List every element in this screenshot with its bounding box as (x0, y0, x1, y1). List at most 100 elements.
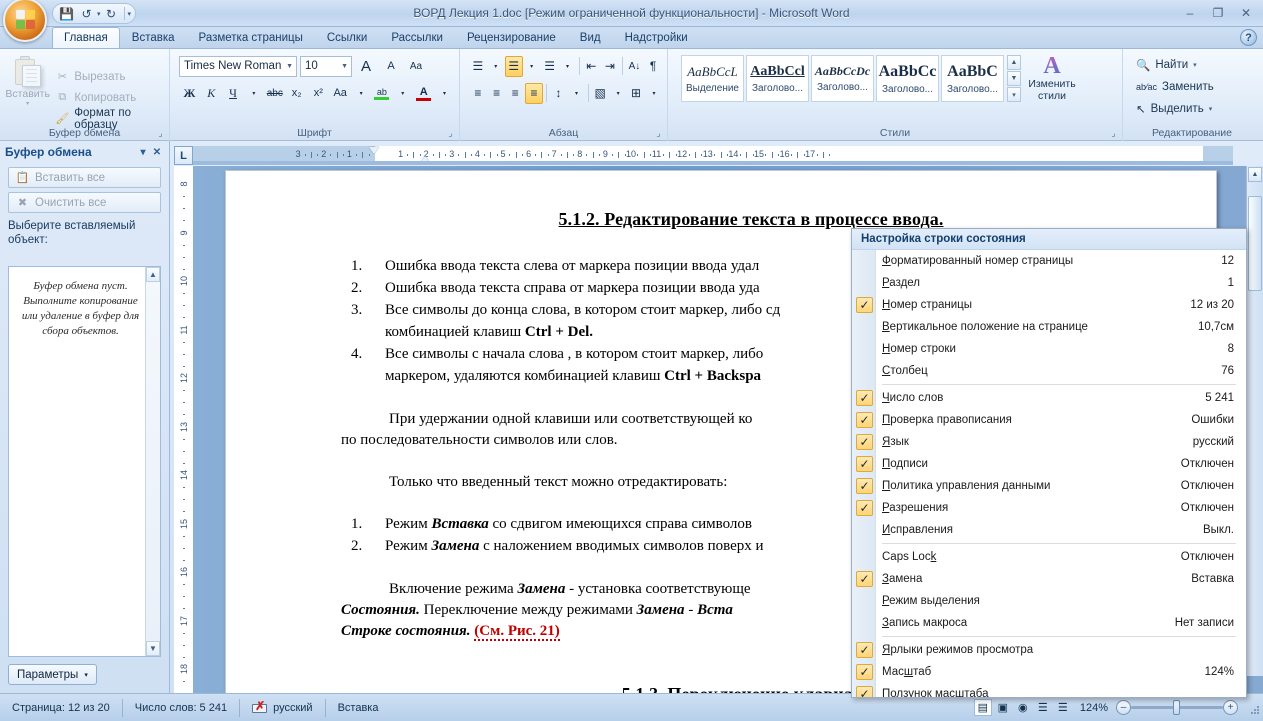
tab-review[interactable]: Рецензирование (455, 27, 568, 48)
vertical-ruler[interactable]: 8 9 10 11 12 13 14 15 16 17 18 (174, 166, 193, 693)
font-color-arrow-icon[interactable]: ▾ (435, 83, 454, 104)
zoom-level-label[interactable]: 124% (1072, 702, 1116, 714)
status-bar-menu-item[interactable]: Номер строки 8 (852, 338, 1246, 360)
status-bar-menu-item[interactable]: Исправления Выкл. (852, 519, 1246, 541)
status-language[interactable]: ✗ русский (240, 698, 326, 717)
subscript-button[interactable]: x₂ (286, 83, 307, 104)
status-bar-menu-item[interactable]: Вертикальное положение на странице 10,7см (852, 316, 1246, 338)
underline-arrow-icon[interactable]: ▾ (244, 83, 263, 104)
clipboard-list-scrollbar[interactable]: ▲ ▼ (145, 267, 160, 656)
text-highlight-button[interactable]: ab (372, 83, 393, 104)
bullets-arrow-icon[interactable]: ▾ (488, 56, 504, 77)
clear-formatting-button[interactable]: Aa (405, 56, 427, 77)
status-bar-menu-item[interactable]: Форматированный номер страницы 12 (852, 250, 1246, 272)
close-button[interactable]: ✕ (1233, 3, 1259, 22)
styles-more-icon[interactable]: ▾ (1007, 87, 1021, 102)
office-button[interactable] (3, 0, 47, 42)
change-case-button[interactable]: Aa (330, 83, 351, 104)
paste-all-button[interactable]: 📋 Вставить все (8, 167, 161, 188)
font-dialog-launcher-icon[interactable]: ⌟ (445, 128, 456, 139)
tab-view[interactable]: Вид (568, 27, 613, 48)
view-outline-button[interactable]: ☰ (1034, 699, 1052, 716)
horizontal-ruler[interactable]: 3 2 1 1 2 3 4 5 6 7 8 9 10 11 12 13 14 15 16 17 (193, 146, 1233, 165)
customize-qat-arrow-icon[interactable]: ▾ (128, 10, 132, 18)
justify-button[interactable]: ≡ (525, 82, 543, 104)
checkmark-icon[interactable]: ✓ (856, 434, 873, 450)
shading-button[interactable]: ▧ (591, 83, 609, 104)
zoom-slider-thumb[interactable] (1173, 700, 1180, 715)
italic-button[interactable]: К (201, 83, 222, 104)
styles-scroll-down-icon[interactable]: ▼ (1007, 71, 1021, 86)
clipboard-items-list[interactable]: Буфер обмена пуст. Выполните копирование… (8, 266, 161, 657)
clipboard-options-button[interactable]: Параметры ▾ (8, 664, 97, 685)
checkmark-icon[interactable]: ✓ (856, 297, 873, 313)
style-card[interactable]: AaBbCcL Выделение (681, 55, 744, 102)
tab-addins[interactable]: Надстройки (613, 27, 700, 48)
zoom-slider[interactable]: – + (1116, 700, 1246, 715)
scrollbar-thumb[interactable] (1248, 196, 1262, 291)
font-size-combo[interactable]: 10 ▼ (300, 55, 352, 77)
grow-font-button[interactable]: A (355, 56, 377, 77)
bullets-button[interactable]: ☰ (469, 56, 487, 77)
checkmark-icon[interactable]: ✓ (856, 456, 873, 472)
find-arrow-icon[interactable]: ▾ (1193, 61, 1197, 69)
status-bar-customize-menu[interactable]: Настройка строки состояния Форматированн… (851, 228, 1247, 698)
view-draft-button[interactable]: ☰ (1054, 699, 1072, 716)
status-bar-menu-item[interactable]: Запись макроса Нет записи (852, 612, 1246, 634)
underline-button[interactable]: Ч (223, 83, 244, 104)
checkmark-icon[interactable]: ✓ (856, 642, 873, 658)
superscript-button[interactable]: x² (308, 83, 329, 104)
view-print-layout-button[interactable]: ▤ (973, 699, 992, 716)
checkmark-icon[interactable]: ✓ (856, 571, 873, 587)
pane-close-icon[interactable]: ✕ (150, 145, 164, 159)
help-icon[interactable]: ? (1240, 29, 1257, 46)
status-bar-menu-item[interactable]: ✓ Разрешения Отключен (852, 497, 1246, 519)
paste-arrow-icon[interactable]: ▾ (26, 100, 29, 107)
increase-indent-button[interactable]: ⇥ (601, 56, 619, 77)
clipboard-scroll-up-icon[interactable]: ▲ (146, 267, 160, 282)
status-bar-menu-item[interactable]: ✓ Ползунок масштаба (852, 683, 1246, 697)
chevron-down-icon[interactable]: ▼ (282, 63, 293, 70)
status-bar-menu-item[interactable]: ✓ Замена Вставка (852, 568, 1246, 590)
align-left-button[interactable]: ≡ (469, 83, 487, 104)
zoom-in-button[interactable]: + (1223, 700, 1238, 715)
redo-icon[interactable]: ↻ (102, 5, 121, 22)
status-bar-menu-item[interactable]: Раздел 1 (852, 272, 1246, 294)
tab-page-layout[interactable]: Разметка страницы (187, 27, 315, 48)
chevron-down-icon[interactable]: ▼ (337, 63, 348, 70)
scroll-up-icon[interactable]: ▲ (1248, 167, 1262, 182)
checkmark-icon[interactable]: ✓ (856, 478, 873, 494)
status-bar-menu-item[interactable]: ✓ Проверка правописания Ошибки (852, 409, 1246, 431)
status-bar-menu-item[interactable]: Столбец 76 (852, 360, 1246, 382)
decrease-indent-button[interactable]: ⇤ (582, 56, 600, 77)
undo-icon[interactable]: ↺ (77, 5, 96, 22)
replace-button[interactable]: ab⁄ac Заменить (1132, 76, 1256, 97)
checkmark-icon[interactable]: ✓ (856, 500, 873, 516)
status-bar-menu-item[interactable]: ✓ Политика управления данными Отключен (852, 475, 1246, 497)
styles-dialog-launcher-icon[interactable]: ⌟ (1108, 128, 1119, 139)
checkmark-icon[interactable]: ✓ (856, 686, 873, 697)
style-card[interactable]: AaBbCcl Заголово... (746, 55, 809, 102)
tab-home[interactable]: Главная (52, 27, 120, 48)
copy-button[interactable]: ⧉ Копировать (52, 89, 164, 107)
shrink-font-button[interactable]: A (380, 56, 402, 77)
clipboard-scroll-down-icon[interactable]: ▼ (146, 641, 160, 656)
tab-references[interactable]: Ссылки (315, 27, 380, 48)
zoom-slider-track[interactable] (1131, 700, 1223, 715)
styles-scroll-up-icon[interactable]: ▲ (1007, 55, 1021, 70)
numbering-button[interactable]: ☰ (504, 55, 523, 77)
pane-options-arrow-icon[interactable]: ▾ (136, 145, 150, 159)
zoom-out-button[interactable]: – (1116, 700, 1131, 715)
view-web-layout-button[interactable]: ◉ (1014, 699, 1032, 716)
status-bar-menu-item[interactable]: ✓ Язык русский (852, 431, 1246, 453)
numbering-arrow-icon[interactable]: ▾ (524, 56, 540, 77)
clipboard-dialog-launcher-icon[interactable]: ⌟ (155, 128, 166, 139)
view-fullscreen-reading-button[interactable]: ▣ (994, 699, 1012, 716)
line-spacing-arrow-icon[interactable]: ▾ (568, 83, 584, 104)
status-insert-mode[interactable]: Вставка (326, 699, 446, 717)
align-center-button[interactable]: ≡ (488, 83, 506, 104)
highlight-arrow-icon[interactable]: ▾ (393, 83, 412, 104)
bold-button[interactable]: Ж (179, 83, 200, 104)
style-card[interactable]: AaBbC Заголово... (941, 55, 1004, 102)
multilevel-arrow-icon[interactable]: ▾ (559, 56, 575, 77)
